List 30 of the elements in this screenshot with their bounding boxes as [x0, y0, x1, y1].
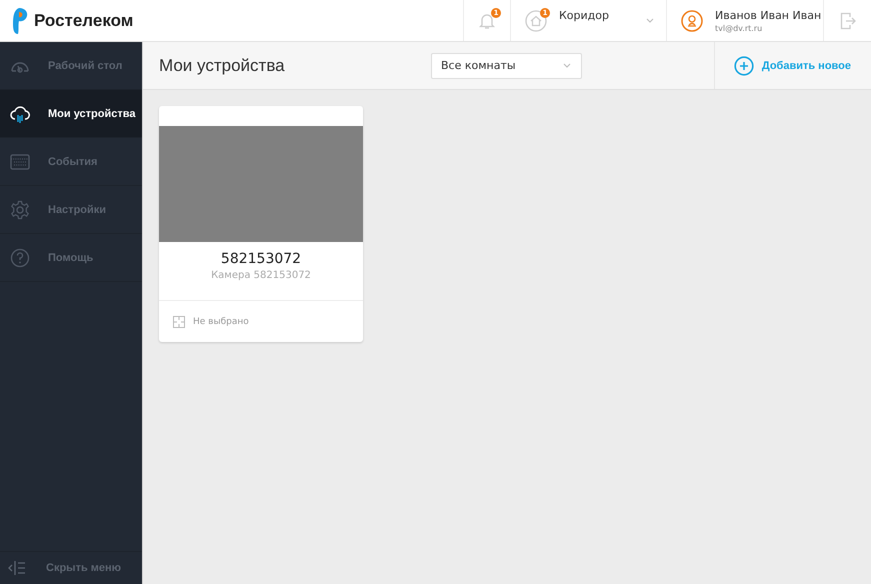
sidebar-item[interactable]: Настройки — [0, 186, 142, 234]
sidebar-item[interactable]: Помощь — [0, 234, 142, 282]
sidebar-item[interactable]: Мои устройства — [0, 90, 142, 138]
add-device-button[interactable]: Добавить новое — [734, 56, 851, 76]
cloud-icon — [10, 104, 30, 124]
chevron-down-icon — [646, 18, 654, 23]
hide-menu-button[interactable]: Скрыть меню — [0, 551, 142, 584]
brand-name: Ростелеком — [34, 10, 134, 30]
help-icon — [10, 248, 30, 268]
bell-icon[interactable] — [479, 12, 495, 30]
collapse-menu-icon — [8, 560, 26, 576]
device-card[interactable]: 582153072 Камера 582153072 Не выбрано — [159, 106, 363, 342]
device-number: 582153072 — [220, 251, 302, 267]
logout-icon[interactable] — [840, 12, 856, 30]
logo-icon — [10, 6, 28, 36]
room-dropdown[interactable]: Все комнаты — [431, 52, 582, 78]
calendar-icon — [10, 152, 30, 172]
sidebar-item[interactable]: События — [0, 138, 142, 186]
home-icon — [525, 10, 547, 32]
chevron-down-icon — [563, 63, 571, 68]
page-title: Мои устройства — [159, 56, 286, 76]
user-email: tvl@dv.rt.ru — [715, 24, 764, 32]
device-name: Камера 582153072 — [211, 270, 311, 281]
plus-circle-icon — [734, 56, 754, 76]
user-name: Иванов Иван Иван — [715, 8, 822, 22]
room-icon — [173, 316, 185, 328]
settings-icon — [10, 200, 30, 220]
device-room: Не выбрано — [193, 316, 249, 326]
location-name: Коридор — [559, 9, 610, 22]
avatar-icon[interactable] — [681, 10, 703, 32]
